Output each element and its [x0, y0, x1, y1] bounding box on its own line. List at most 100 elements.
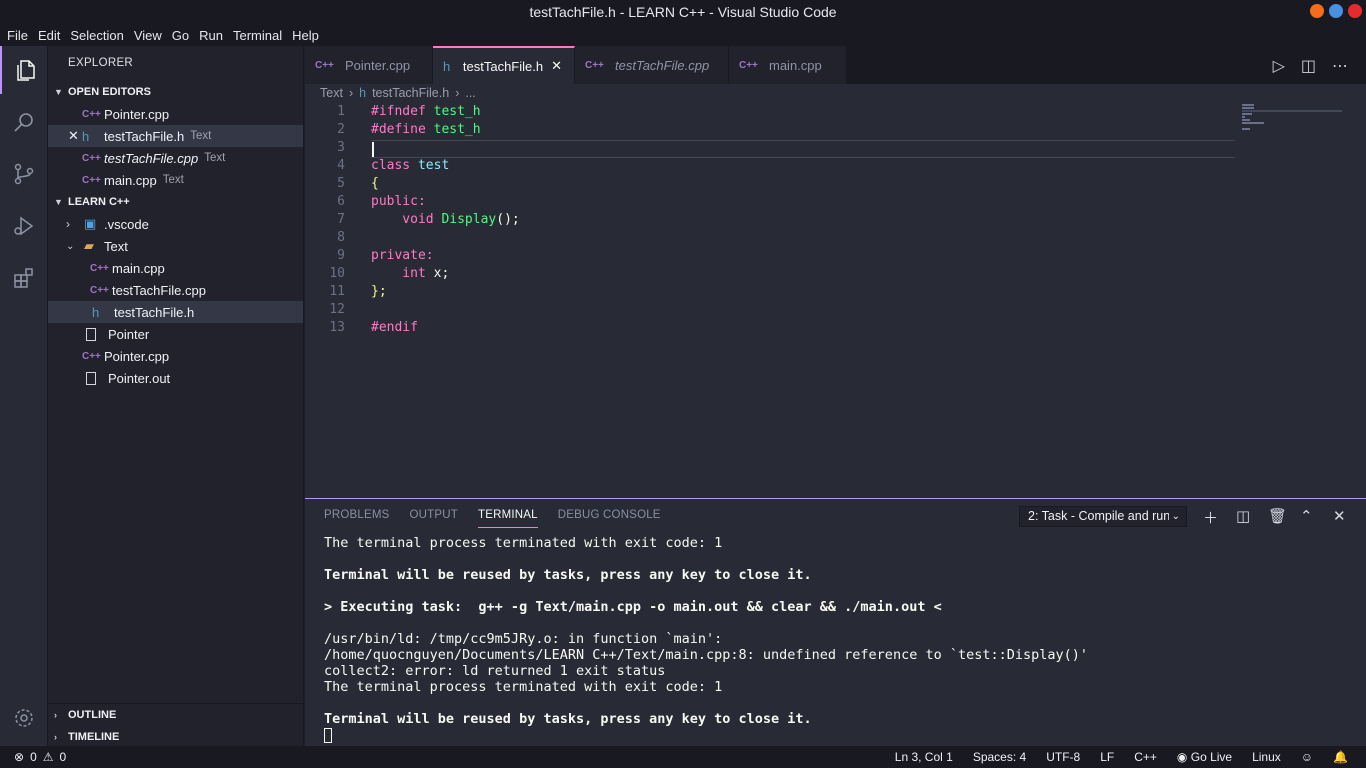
code-token: }; [371, 284, 387, 299]
cpp-file-icon: C++ [585, 59, 604, 71]
problems-status[interactable]: ⊗ 0 ⚠ 0 [0, 750, 66, 764]
chevron-right-icon: › [348, 86, 354, 100]
extensions-button[interactable] [0, 254, 48, 302]
notifications-icon[interactable]: 🔔 [1333, 750, 1348, 764]
open-editor-item[interactable]: C++ testTachFile.cpp Text [48, 147, 303, 169]
close-panel-icon[interactable]: ✕ [1333, 507, 1346, 525]
code-line: void Display(); [371, 212, 519, 227]
timeline-header[interactable]: › TIMELINE [48, 726, 304, 748]
encoding[interactable]: UTF-8 [1046, 750, 1080, 764]
code-editor[interactable]: 1 #ifndef test_h 2 #define test_h 3 4 class te… [305, 102, 1366, 498]
tree-item-pointer-cpp[interactable]: C++ Pointer.cpp [48, 345, 303, 367]
cpp-file-icon: C++ [82, 108, 101, 120]
source-control-button[interactable] [0, 150, 48, 198]
tab-pointer-cpp[interactable]: C++ Pointer.cpp [305, 46, 433, 84]
search-button[interactable] [0, 98, 48, 146]
split-terminal-icon[interactable]: ◫ [1236, 507, 1250, 525]
tree-item-label: Pointer [108, 326, 150, 342]
os-indicator[interactable]: Linux [1252, 750, 1281, 764]
menu-view[interactable]: View [129, 28, 167, 43]
cursor-position[interactable]: Ln 3, Col 1 [895, 750, 953, 764]
tree-item-main[interactable]: C++ main.cpp [48, 257, 303, 279]
outline-header[interactable]: › OUTLINE [48, 704, 304, 726]
tree-item-pointer[interactable]: Pointer [48, 323, 303, 345]
more-actions-icon[interactable]: ⋯ [1332, 56, 1348, 76]
tab-output[interactable]: OUTPUT [410, 509, 458, 528]
window-title: testTachFile.h - LEARN C++ - Visual Stud… [529, 4, 837, 20]
tab-main-cpp[interactable]: C++ main.cpp [729, 46, 847, 84]
breadcrumb-file[interactable]: testTachFile.h [372, 86, 449, 100]
tab-testtachfile-cpp[interactable]: C++ testTachFile.cpp [575, 46, 729, 84]
language-mode[interactable]: C++ [1134, 750, 1157, 764]
menu-run[interactable]: Run [194, 28, 228, 43]
tree-item-pointer-out[interactable]: Pointer.out [48, 367, 303, 389]
current-line-highlight [371, 140, 1235, 158]
chevron-right-icon: › [66, 217, 70, 231]
line-number: 6 [337, 194, 345, 209]
run-icon[interactable]: ▷ [1273, 56, 1285, 76]
menu-go[interactable]: Go [167, 28, 194, 43]
code-token: x; [433, 266, 450, 281]
tree-item-text[interactable]: ⌄ ▰ Text [48, 235, 303, 257]
feedback-icon[interactable]: ☺ [1301, 750, 1313, 764]
run-debug-button[interactable] [0, 202, 48, 250]
terminal-lines: The terminal process terminated with exi… [324, 535, 1088, 727]
minimap[interactable] [1242, 104, 1352, 134]
code-token: #ifndef [371, 104, 434, 119]
tab-problems[interactable]: PROBLEMS [324, 509, 390, 528]
new-terminal-icon[interactable]: ＋ [1203, 507, 1218, 528]
menu-file[interactable]: File [2, 28, 33, 43]
trash-icon[interactable]: 🗑 [1268, 507, 1287, 525]
tree-item-vscode[interactable]: › ▣ .vscode [48, 213, 303, 235]
menu-selection[interactable]: Selection [65, 28, 128, 43]
workspace-header[interactable]: ▼ LEARN C++ [48, 191, 303, 213]
code-token: void [371, 212, 442, 227]
menu-terminal[interactable]: Terminal [228, 28, 287, 43]
open-editor-item[interactable]: C++ main.cpp Text [48, 169, 303, 191]
cpp-file-icon: C++ [82, 350, 101, 362]
split-editor-icon[interactable]: ◫ [1301, 56, 1316, 76]
cpp-file-icon: C++ [90, 284, 109, 296]
open-editor-label: testTachFile.cpp [104, 150, 199, 166]
close-tab-icon[interactable]: ✕ [551, 58, 562, 74]
terminal-output[interactable]: The terminal process terminated with exi… [324, 535, 1088, 743]
tree-item-testtachfile-h[interactable]: h testTachFile.h [48, 301, 303, 323]
menu-edit[interactable]: Edit [33, 28, 65, 43]
tab-terminal[interactable]: TERMINAL [478, 509, 538, 528]
menu-help[interactable]: Help [287, 28, 324, 43]
terminal-line: Terminal will be reused by tasks, press … [324, 711, 812, 727]
minimize-button[interactable] [1310, 4, 1324, 18]
line-number: 4 [337, 158, 345, 173]
code-token: class [371, 158, 418, 173]
terminal-line: /home/quocnguyen/Documents/LEARN C++/Tex… [324, 647, 1089, 663]
maximize-panel-icon[interactable]: ⌃ [1300, 507, 1313, 525]
line-number: 2 [337, 122, 345, 137]
terminal-select[interactable]: 2: Task - Compile and run ⌄ [1019, 506, 1187, 527]
tree-item-testtachfile-cpp[interactable]: C++ testTachFile.cpp [48, 279, 303, 301]
close-icon[interactable]: ✕ [68, 128, 82, 144]
open-editor-item[interactable]: ✕ h testTachFile.h Text [48, 125, 303, 147]
code-token: { [371, 176, 379, 191]
settings-button[interactable] [0, 694, 48, 742]
tab-debug-console[interactable]: DEBUG CONSOLE [558, 509, 661, 528]
tab-testtachfile-h[interactable]: h testTachFile.h ✕ [433, 46, 575, 84]
breadcrumb-folder[interactable]: Text [320, 86, 343, 100]
extensions-icon [14, 268, 33, 288]
open-editor-item[interactable]: C++ Pointer.cpp [48, 103, 303, 125]
close-window-button[interactable] [1348, 4, 1362, 18]
explorer-button[interactable] [0, 46, 48, 94]
source-control-icon [14, 163, 34, 185]
indentation[interactable]: Spaces: 4 [973, 750, 1026, 764]
code-line: }; [371, 284, 387, 299]
breadcrumb-more[interactable]: ... [465, 86, 475, 100]
chevron-right-icon: › [54, 732, 57, 742]
line-number: 1 [337, 104, 345, 119]
end-of-line[interactable]: LF [1100, 750, 1114, 764]
go-live-button[interactable]: ◉ Go Live [1177, 750, 1232, 764]
error-icon: ⊗ [14, 750, 25, 764]
maximize-button[interactable] [1329, 4, 1343, 18]
open-editors-header[interactable]: ▼ OPEN EDITORS [48, 81, 303, 103]
terminal-line: > Executing task: g++ -g Text/main.cpp -… [324, 599, 942, 615]
